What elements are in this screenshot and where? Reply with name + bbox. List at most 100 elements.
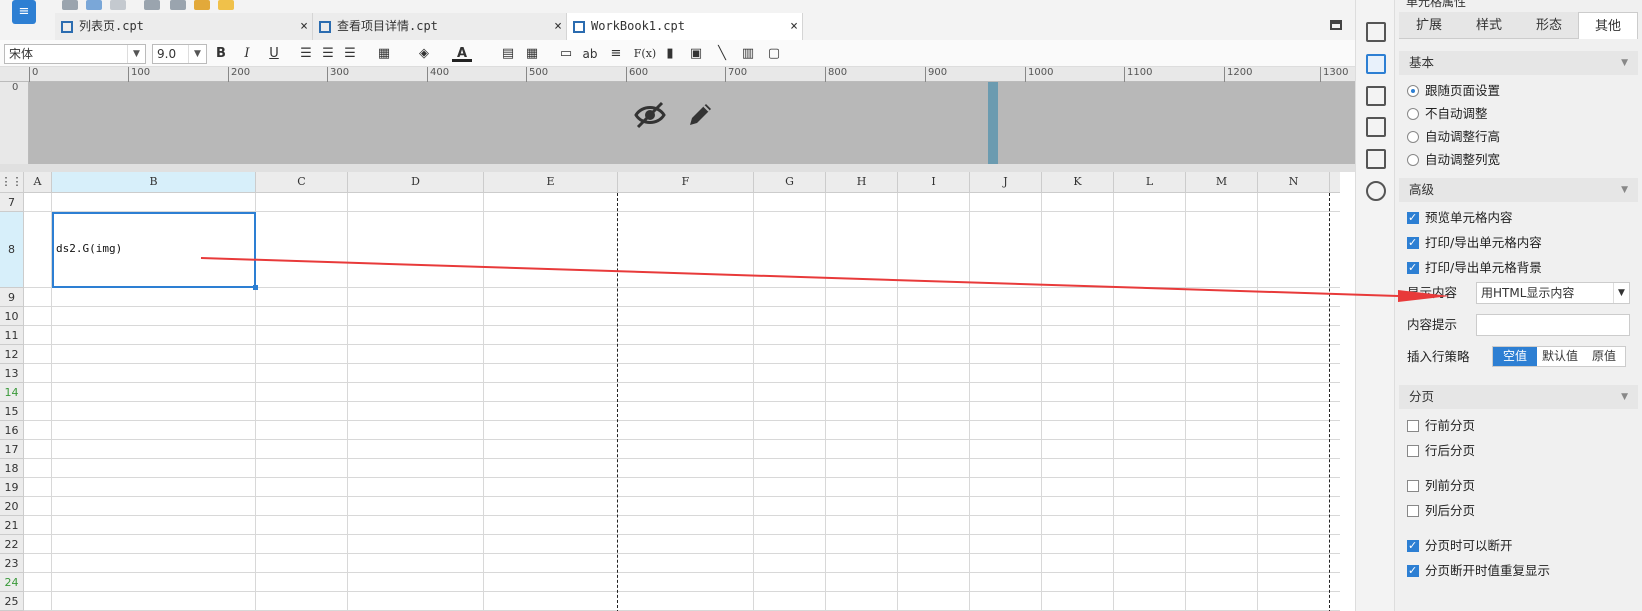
format-painter-icon[interactable] [218, 0, 234, 10]
app-logo-icon[interactable]: ≡ [12, 0, 36, 24]
tab-expand[interactable]: 扩展 [1399, 12, 1459, 39]
frame-icon[interactable]: ▢ [764, 44, 784, 64]
cell-properties-icon[interactable] [1366, 54, 1386, 74]
check-page-before-row[interactable]: 行前分页 [1407, 416, 1475, 436]
insert-default-button[interactable]: 默认值 [1537, 347, 1583, 366]
formula-button[interactable]: F(x) [632, 44, 658, 64]
underline-button[interactable]: U [264, 44, 284, 64]
paragraph-icon[interactable]: ≡ [606, 44, 626, 64]
row-header-15[interactable]: 15 [0, 402, 24, 421]
sub-report-icon[interactable]: ▥ [738, 44, 758, 64]
font-size-select[interactable]: 9.0 ▼ [152, 44, 207, 64]
check-print-background[interactable]: 打印/导出单元格背景 [1407, 258, 1542, 278]
check-page-after-col[interactable]: 列后分页 [1407, 501, 1475, 521]
row-header-12[interactable]: 12 [0, 345, 24, 364]
column-header-g[interactable]: G [754, 172, 826, 193]
row-header-13[interactable]: 13 [0, 364, 24, 383]
widget-icon[interactable] [1366, 86, 1386, 106]
column-header-k[interactable]: K [1042, 172, 1114, 193]
column-header-l[interactable]: L [1114, 172, 1186, 193]
check-page-after-row[interactable]: 行后分页 [1407, 441, 1475, 461]
fill-color-icon[interactable]: ◈ [414, 44, 434, 64]
select-all-corner[interactable]: ⋮⋮ [0, 172, 24, 193]
border-icon[interactable]: ▦ [374, 44, 394, 64]
close-icon[interactable]: × [300, 13, 308, 40]
parameter-icon[interactable] [1366, 117, 1386, 137]
section-paging[interactable]: 分页 ▼ [1399, 385, 1638, 409]
row-header-14[interactable]: 14 [0, 383, 24, 402]
tab-list-icon[interactable] [1330, 20, 1342, 30]
row-header-17[interactable]: 17 [0, 440, 24, 459]
row-header-24[interactable]: 24 [0, 573, 24, 592]
row-header-11[interactable]: 11 [0, 326, 24, 345]
merge-icon[interactable]: ▤ [498, 44, 518, 64]
display-content-select[interactable]: 用HTML显示内容 ▼ [1476, 282, 1630, 304]
section-advanced[interactable]: 高级 ▼ [1399, 178, 1638, 202]
column-header-e[interactable]: E [484, 172, 618, 193]
hyperlink-icon[interactable] [1366, 181, 1386, 201]
save-icon[interactable] [62, 0, 78, 10]
column-header-f[interactable]: F [618, 172, 754, 193]
column-header-o[interactable]: O [1330, 172, 1340, 193]
row-header-9[interactable]: 9 [0, 288, 24, 307]
check-print-content[interactable]: 打印/导出单元格内容 [1407, 233, 1542, 253]
chart-icon[interactable]: ▮ [660, 44, 680, 64]
template-icon[interactable] [1366, 22, 1386, 42]
undo-icon[interactable] [86, 0, 102, 10]
row-header-8[interactable]: 8 [0, 212, 24, 288]
column-header-d[interactable]: D [348, 172, 484, 193]
insert-null-button[interactable]: 空值 [1493, 347, 1537, 366]
column-header-b[interactable]: B [52, 172, 256, 193]
row-header-16[interactable]: 16 [0, 421, 24, 440]
check-preview-content[interactable]: 预览单元格内容 [1407, 208, 1513, 228]
spreadsheet-grid[interactable]: ⋮⋮ABCDEFGHIJKLMNO 78910111213141516171819… [0, 172, 1340, 611]
option-no-auto-adjust[interactable]: 不自动调整 [1407, 104, 1488, 124]
check-can-break[interactable]: 分页时可以断开 [1407, 536, 1513, 556]
row-header-7[interactable]: 7 [0, 193, 24, 212]
row-header-19[interactable]: 19 [0, 478, 24, 497]
align-right-icon[interactable]: ☰ [340, 44, 360, 64]
row-header-10[interactable]: 10 [0, 307, 24, 326]
column-header-a[interactable]: A [24, 172, 52, 193]
row-header-22[interactable]: 22 [0, 535, 24, 554]
column-header-m[interactable]: M [1186, 172, 1258, 193]
bold-button[interactable]: B [211, 44, 231, 64]
font-family-select[interactable]: 宋体 ▼ [4, 44, 146, 64]
column-header-h[interactable]: H [826, 172, 898, 193]
row-header-25[interactable]: 25 [0, 592, 24, 611]
row-header-21[interactable]: 21 [0, 516, 24, 535]
redo-icon[interactable] [110, 0, 126, 10]
italic-button[interactable]: I [237, 44, 257, 64]
unmerge-icon[interactable]: ▦ [522, 44, 542, 64]
option-auto-col-width[interactable]: 自动调整列宽 [1407, 150, 1500, 170]
tab-project-detail[interactable]: 查看项目详情.cpt × [313, 13, 567, 40]
cut-icon[interactable] [144, 0, 160, 10]
column-header-j[interactable]: J [970, 172, 1042, 193]
content-tip-input[interactable] [1476, 314, 1630, 336]
tab-style[interactable]: 样式 [1459, 12, 1519, 39]
check-repeat-on-break[interactable]: 分页断开时值重复显示 [1407, 561, 1550, 581]
paste-icon[interactable] [194, 0, 210, 10]
tab-list-page[interactable]: 列表页.cpt × [55, 13, 313, 40]
option-auto-row-height[interactable]: 自动调整行高 [1407, 127, 1500, 147]
row-header-23[interactable]: 23 [0, 554, 24, 573]
image-icon[interactable]: ▣ [686, 44, 706, 64]
slash-icon[interactable]: ╲ [712, 44, 732, 64]
row-header-18[interactable]: 18 [0, 459, 24, 478]
tab-workbook1[interactable]: WorkBook1.cpt × [567, 13, 803, 40]
close-icon[interactable]: × [790, 13, 798, 40]
column-header-c[interactable]: C [256, 172, 348, 193]
fill-handle[interactable] [253, 285, 258, 290]
column-header-i[interactable]: I [898, 172, 970, 193]
insert-original-button[interactable]: 原值 [1583, 347, 1625, 366]
row-header-20[interactable]: 20 [0, 497, 24, 516]
column-header-n[interactable]: N [1258, 172, 1330, 193]
section-basic[interactable]: 基本 ▼ [1399, 51, 1638, 75]
check-page-before-col[interactable]: 列前分页 [1407, 476, 1475, 496]
pencil-icon[interactable] [684, 99, 716, 131]
insert-cell-icon[interactable]: ▭ [556, 44, 576, 64]
copy-icon[interactable] [170, 0, 186, 10]
condition-icon[interactable] [1366, 149, 1386, 169]
close-icon[interactable]: × [554, 13, 562, 40]
align-left-icon[interactable]: ☰ [296, 44, 316, 64]
